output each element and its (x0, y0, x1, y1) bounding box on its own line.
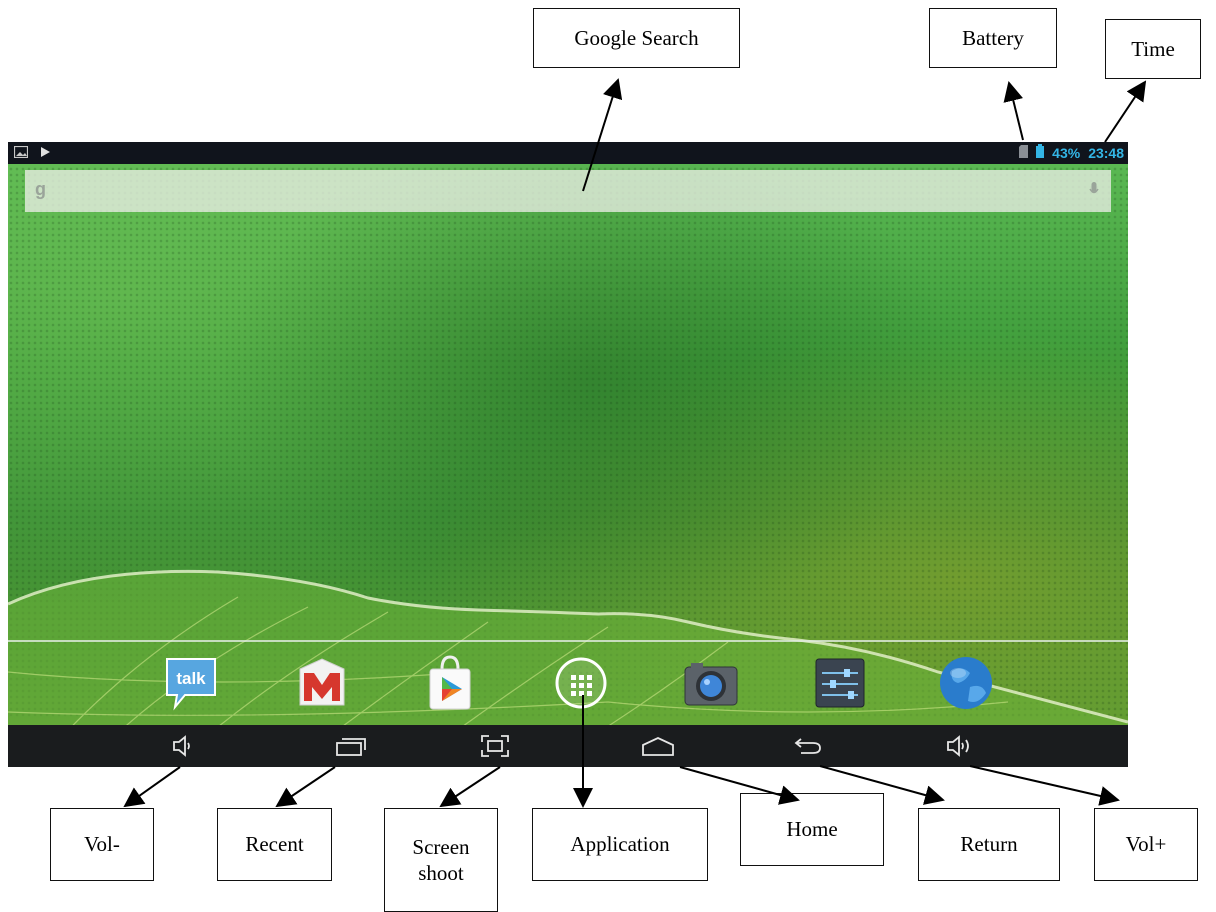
callout-vol-minus: Vol- (50, 808, 154, 881)
home-icon[interactable] (638, 731, 678, 761)
settings-icon[interactable] (810, 653, 870, 713)
callout-home: Home (740, 793, 884, 866)
callout-battery: Battery (929, 8, 1057, 68)
battery-icon (1036, 144, 1045, 161)
callout-return: Return (918, 808, 1060, 881)
navigation-bar (8, 725, 1128, 767)
callout-screen-shoot: Screen shoot (384, 808, 498, 912)
callout-time: Time (1105, 19, 1201, 79)
arrow-vol-minus (123, 766, 181, 808)
picture-icon (13, 145, 29, 163)
battery-percent: 43% (1052, 144, 1081, 161)
volume-up-icon[interactable] (940, 731, 980, 761)
talk-icon[interactable]: talk (161, 653, 221, 713)
browser-globe-icon[interactable] (936, 653, 996, 713)
google-g-icon: g (35, 179, 46, 199)
callout-vol-plus: Vol+ (1094, 808, 1198, 881)
arrow-vol-plus (969, 765, 1120, 806)
back-icon[interactable] (788, 731, 828, 761)
app-dock: talk (8, 645, 1128, 725)
status-bar: 43% 23:48 (8, 142, 1128, 164)
app-drawer-icon[interactable] (551, 653, 611, 713)
play-store-icon[interactable] (420, 653, 480, 713)
microphone-icon[interactable] (1089, 182, 1099, 203)
tablet-screen: 43% 23:48 g talk (8, 142, 1128, 767)
recent-apps-icon[interactable] (331, 731, 371, 761)
callout-recent: Recent (217, 808, 332, 881)
arrow-screen-shoot (439, 766, 501, 808)
talk-label: talk (176, 669, 206, 688)
sd-card-icon (1019, 144, 1029, 161)
callout-application: Application (532, 808, 708, 881)
screenshot-icon[interactable] (475, 731, 515, 761)
dock-divider (8, 640, 1128, 642)
status-time: 23:48 (1088, 144, 1124, 161)
gmail-icon[interactable] (292, 653, 352, 713)
arrow-recent (275, 766, 336, 808)
arrow-battery (1003, 81, 1024, 141)
arrow-time (1104, 80, 1147, 143)
volume-down-icon[interactable] (163, 731, 203, 761)
play-icon (40, 145, 51, 163)
google-search-bar[interactable]: g (25, 170, 1111, 212)
camera-icon[interactable] (681, 653, 741, 713)
callout-google-search: Google Search (533, 8, 740, 68)
